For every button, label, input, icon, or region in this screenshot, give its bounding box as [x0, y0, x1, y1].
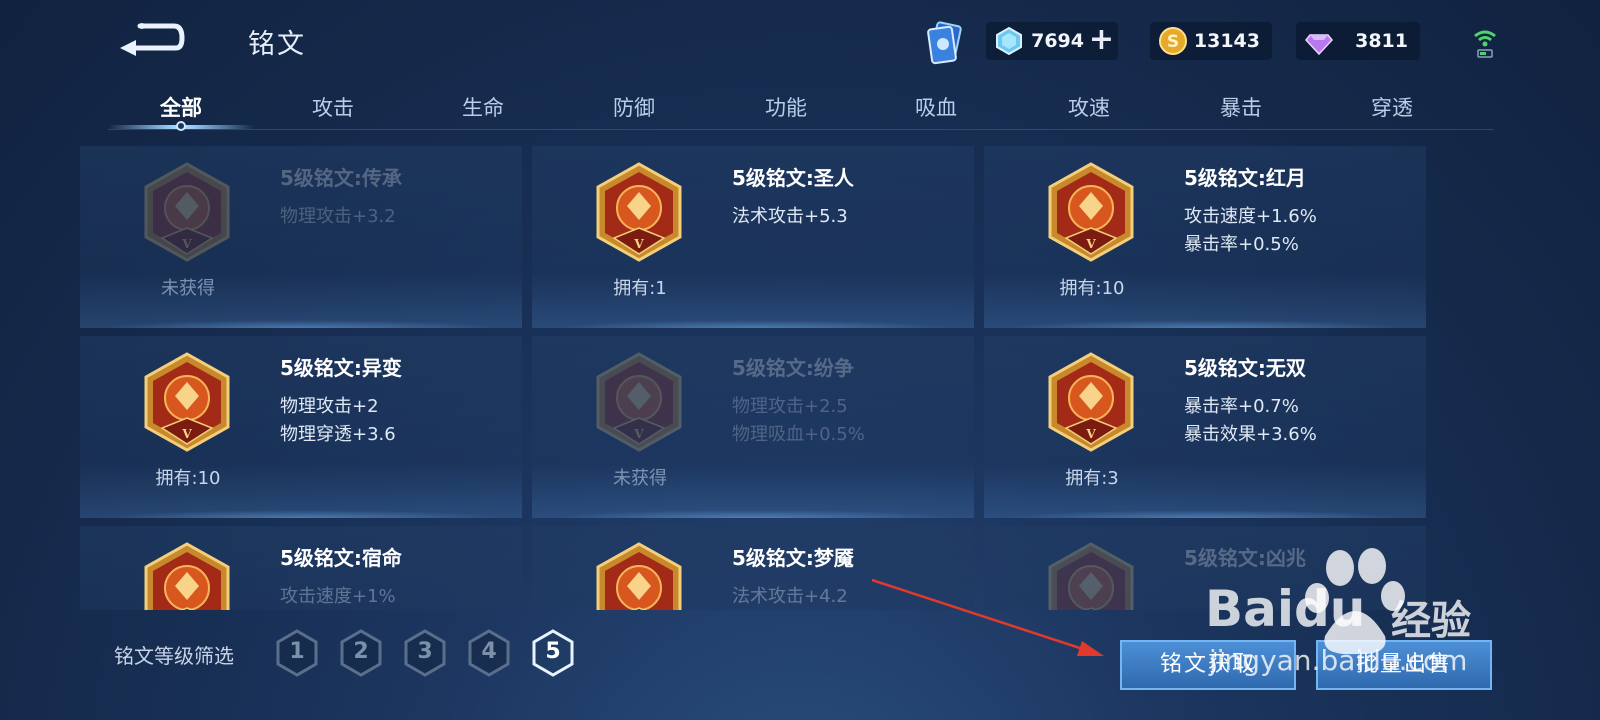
rune-card[interactable]: V 5级铭文:无双 暴击率+0.7% 暴击效果+3.6% 拥有:3 [984, 336, 1426, 518]
gem-counter: 3811 [1296, 22, 1420, 60]
rune-name: 5级铭文:红月 [1184, 166, 1306, 190]
rune-card[interactable]: V 5级铭文:圣人 法术攻击+5.3 拥有:1 [532, 146, 974, 328]
rune-stat: 物理穿透+3.6 [280, 424, 396, 445]
rune-owned-count: 拥有:3 [1065, 468, 1119, 489]
tab-penetration[interactable]: 穿透 [1332, 92, 1452, 122]
level-filter-label: 铭文等级筛选 [114, 644, 234, 668]
svg-text:S: S [1167, 32, 1179, 52]
rune-card[interactable]: V 5级铭文:异变 物理攻击+2 物理穿透+3.6 拥有:10 [80, 336, 522, 518]
rune-level-letter: V [633, 427, 644, 441]
top-bar: 铭文 7694 + S 13143 3811 [0, 0, 1600, 80]
level-filter-label-1: 1 [289, 639, 305, 664]
rune-badge-icon: V [144, 542, 230, 610]
back-arrow-icon[interactable] [116, 20, 186, 56]
rune-name: 5级铭文:凶兆 [1184, 546, 1306, 570]
level-filter-label-5: 5 [545, 639, 561, 664]
rune-name: 5级铭文:异变 [280, 356, 402, 380]
rune-card[interactable]: V 5级铭文:梦魇 法术攻击+4.2 [532, 526, 974, 610]
rune-name: 5级铭文:宿命 [280, 546, 402, 570]
rune-obtain-button[interactable]: 铭文获取 [1120, 640, 1296, 690]
rune-stat: 暴击率+0.5% [1184, 234, 1299, 255]
rune-level-letter: V [181, 237, 192, 251]
category-tabs: 全部 攻击 生命 防御 功能 吸血 攻速 暴击 穿透 [108, 84, 1494, 131]
rune-level-letter: V [1085, 237, 1096, 251]
diamond-value: 7694 [1031, 30, 1084, 52]
rune-badge-icon: V [144, 162, 230, 262]
rune-stat: 物理攻击+3.2 [280, 206, 396, 227]
coin-icon: S [1159, 27, 1187, 55]
rune-card[interactable]: V 5级铭文:红月 攻击速度+1.6% 暴击率+0.5% 拥有:10 [984, 146, 1426, 328]
tab-all[interactable]: 全部 [121, 92, 241, 122]
diamond-counter: 7694 + [986, 22, 1118, 60]
level-filter-1[interactable]: 1 [274, 628, 320, 678]
rune-badge-icon: V [596, 352, 682, 452]
gold-value: 13143 [1193, 30, 1260, 52]
rune-stat: 攻击速度+1.6% [1184, 206, 1317, 227]
rune-grid: V 5级铭文:传承 物理攻击+3.2 未获得 V 5级铭文:圣人 法术攻击+5.… [80, 140, 1452, 610]
gem-value: 3811 [1355, 30, 1408, 52]
bulk-sell-button[interactable]: 批量出售 [1316, 640, 1492, 690]
tab-lifesteal[interactable]: 吸血 [876, 92, 996, 122]
rune-owned-count: 未获得 [161, 278, 215, 299]
tab-defense[interactable]: 防御 [574, 92, 694, 122]
rune-card[interactable]: V 5级铭文:凶兆 [984, 526, 1426, 610]
tab-crit[interactable]: 暴击 [1181, 92, 1301, 122]
crystal-icon [996, 26, 1022, 56]
rune-card[interactable]: V 5级铭文:纷争 物理攻击+2.5 物理吸血+0.5% 未获得 [532, 336, 974, 518]
tab-function[interactable]: 功能 [726, 92, 846, 122]
rune-badge-icon: V [1048, 352, 1134, 452]
rune-badge-icon: V [596, 162, 682, 262]
rune-badge-icon: V [1048, 542, 1134, 610]
rune-stat: 物理攻击+2 [280, 396, 379, 417]
rune-name: 5级铭文:梦魇 [732, 546, 854, 570]
level-filter-label-2: 2 [353, 639, 369, 664]
rune-owned-count: 拥有:1 [613, 278, 667, 299]
rune-name: 5级铭文:无双 [1184, 356, 1306, 380]
level-filter-4[interactable]: 4 [466, 628, 512, 678]
rune-card[interactable]: V 5级铭文:宿命 攻击速度+1% [80, 526, 522, 610]
level-filter-label-4: 4 [481, 639, 497, 664]
rune-name: 5级铭文:纷争 [732, 356, 854, 380]
active-tab-indicator [176, 121, 186, 131]
rune-stat: 法术攻击+4.2 [732, 586, 848, 607]
rune-level-letter: V [1085, 427, 1096, 441]
rune-stat: 物理吸血+0.5% [732, 424, 865, 445]
level-filter-5[interactable]: 5 [530, 628, 576, 678]
wifi-signal-icon [1474, 30, 1496, 58]
tab-attack[interactable]: 攻击 [273, 92, 393, 122]
gem-icon [1305, 34, 1333, 56]
rune-stat: 暴击效果+3.6% [1184, 424, 1317, 445]
rune-level-letter: V [181, 427, 192, 441]
rune-name: 5级铭文:圣人 [732, 166, 854, 190]
rune-stat: 攻击速度+1% [280, 586, 396, 607]
rune-card-pack-icon[interactable] [924, 20, 968, 66]
tab-attack-speed[interactable]: 攻速 [1029, 92, 1149, 122]
rune-badge-icon: V [144, 352, 230, 452]
tab-health[interactable]: 生命 [423, 92, 543, 122]
rune-owned-count: 未获得 [613, 468, 667, 489]
rune-card[interactable]: V 5级铭文:传承 物理攻击+3.2 未获得 [80, 146, 522, 328]
rune-owned-count: 拥有:10 [1059, 278, 1125, 299]
rune-owned-count: 拥有:10 [155, 468, 221, 489]
gold-counter: S 13143 [1150, 22, 1272, 60]
add-diamond-button[interactable]: + [1089, 25, 1114, 55]
rune-level-letter: V [633, 237, 644, 251]
level-filter-label-3: 3 [417, 639, 433, 664]
rune-badge-icon: V [596, 542, 682, 610]
rune-badge-icon: V [1048, 162, 1134, 262]
rune-stat: 法术攻击+5.3 [732, 206, 848, 227]
level-filter-2[interactable]: 2 [338, 628, 384, 678]
rune-stat: 物理攻击+2.5 [732, 396, 848, 417]
rune-stat: 暴击率+0.7% [1184, 396, 1299, 417]
page-title: 铭文 [248, 29, 306, 60]
level-filter-3[interactable]: 3 [402, 628, 448, 678]
rune-name: 5级铭文:传承 [280, 166, 402, 190]
